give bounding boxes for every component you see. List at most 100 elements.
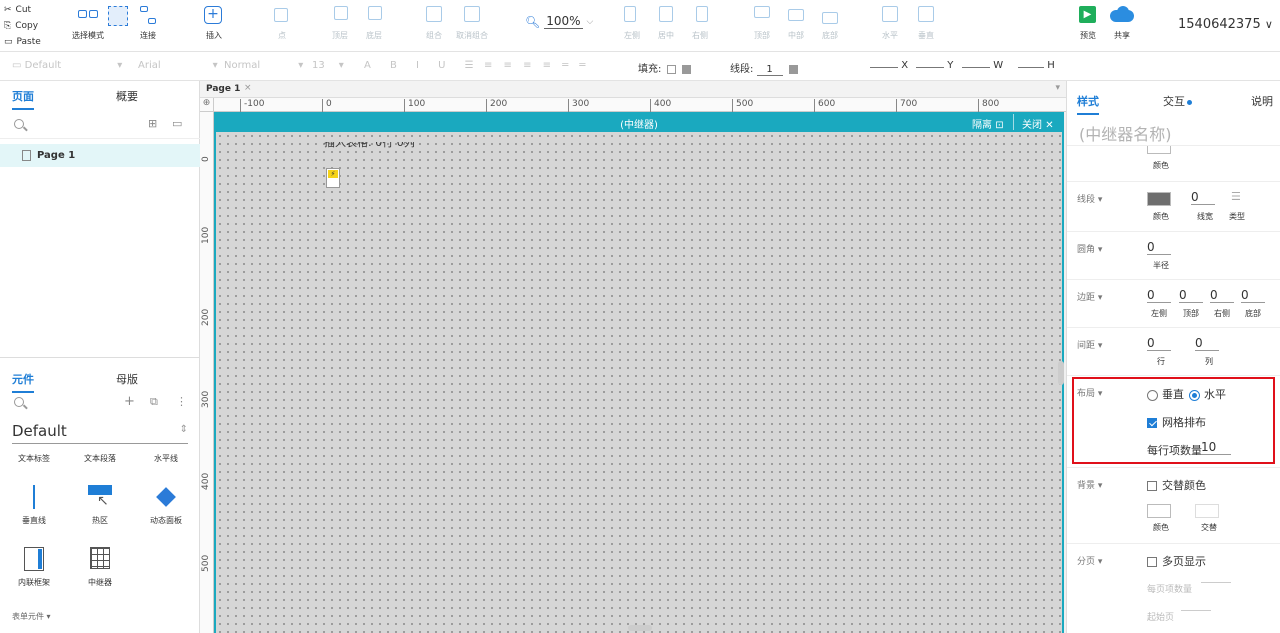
widget-dynamic-panel[interactable]: 动态面板: [136, 485, 196, 526]
tab-notes[interactable]: 说明: [1251, 93, 1273, 109]
tab-style[interactable]: 样式: [1077, 93, 1099, 115]
text-align-buttons[interactable]: ≡ ≡ ≡ ≡ ═ ═: [484, 60, 589, 71]
user-account-menu[interactable]: 1540642375 ∨: [1178, 17, 1273, 32]
start-page-input[interactable]: [1181, 610, 1211, 611]
close-repeater-button[interactable]: 关闭 ✕: [1022, 116, 1054, 131]
tab-outline[interactable]: 概要: [116, 88, 138, 104]
h-field[interactable]: H: [1018, 60, 1055, 71]
close-icon[interactable]: ×: [244, 83, 252, 93]
tab-pages[interactable]: 页面: [12, 88, 34, 110]
alternate-color-checkbox[interactable]: 交替颜色: [1147, 477, 1206, 493]
align-right-button[interactable]: 右侧: [690, 6, 710, 48]
line-color-swatch[interactable]: [1147, 192, 1171, 206]
fill-color-swatch[interactable]: [1147, 146, 1171, 154]
insert-button[interactable]: + 插入: [204, 6, 224, 48]
isolate-button[interactable]: 隔离 ⊡: [972, 116, 1004, 131]
canvas-hscrollbar[interactable]: [628, 625, 652, 631]
padding-right-input[interactable]: 0: [1210, 288, 1234, 303]
line-type-icon[interactable]: ☰: [1231, 190, 1241, 203]
tab-page1[interactable]: Page 1: [206, 84, 240, 94]
connect-button[interactable]: 连接: [138, 6, 158, 48]
row-spacing-input[interactable]: 0: [1147, 336, 1171, 351]
paste-button[interactable]: ▭ Paste: [4, 34, 56, 50]
align-left-button[interactable]: 左侧: [622, 6, 642, 48]
widget-text-label[interactable]: 文本标签: [4, 453, 64, 464]
padding-left-input[interactable]: 0: [1147, 288, 1171, 303]
widget-repeater[interactable]: 中继器: [70, 547, 130, 588]
spacing-section: 间距 ▾ 0 0 行 列: [1067, 327, 1280, 375]
line-control[interactable]: 线段: 1: [730, 60, 798, 76]
widgets-search[interactable]: + ⧉ ⋮: [0, 391, 200, 417]
pages-search[interactable]: ⊞ ▭: [0, 113, 200, 139]
canvas-scrollbar[interactable]: [1058, 361, 1064, 385]
tab-masters[interactable]: 母版: [116, 371, 138, 387]
add-page-icon[interactable]: ⊞: [148, 117, 157, 130]
line-section: 线段 ▾ 颜色 0 线宽 ☰ 类型: [1067, 181, 1280, 231]
zoom-select[interactable]: 🔍︎ 100% ⌵: [525, 14, 593, 29]
widget-vertical-line[interactable]: 垂直线: [4, 485, 64, 526]
column-spacing-input[interactable]: 0: [1195, 336, 1219, 351]
more-icon[interactable]: ⋮: [176, 395, 187, 408]
distribute-h-button[interactable]: 水平: [880, 6, 900, 48]
x-field[interactable]: X: [870, 60, 908, 71]
distribute-v-button[interactable]: 垂直: [916, 6, 936, 48]
widget-inline-frame[interactable]: 内联框架: [4, 547, 64, 588]
cut-button[interactable]: ✂ Cut: [4, 2, 56, 18]
ruler-tick-label: 700: [896, 99, 917, 112]
library-select[interactable]: Default ⇕: [12, 422, 188, 444]
font-select[interactable]: Arial ▾: [138, 60, 218, 71]
page-item-page1[interactable]: Page 1: [0, 144, 200, 167]
align-center-button[interactable]: 居中: [656, 6, 676, 48]
repeater-grid[interactable]: 插入表格: 0行 0列 ⚡: [216, 132, 1062, 633]
align-bottom-button[interactable]: 底部: [820, 6, 840, 48]
form-widgets-section[interactable]: 表单元件 ▾: [12, 611, 51, 622]
widget-text-paragraph[interactable]: 文本段落: [70, 453, 130, 464]
folder-icon[interactable]: ▭: [172, 117, 182, 130]
style-select[interactable]: ▭ Default ▾: [12, 60, 122, 71]
bring-top-button[interactable]: 顶层: [330, 6, 350, 48]
tab-widgets[interactable]: 元件: [12, 371, 34, 393]
widget-hotspot[interactable]: ↖ 热区: [70, 485, 130, 526]
library-icon[interactable]: ⧉: [150, 395, 158, 409]
point-button[interactable]: 点: [272, 6, 292, 48]
widget-horizontal-line[interactable]: 水平线: [136, 453, 196, 464]
search-icon: 🔍︎: [525, 14, 541, 29]
w-field[interactable]: W: [962, 60, 1003, 71]
inserted-table-text[interactable]: 插入表格: 0行 0列: [324, 142, 415, 150]
items-per-page-input[interactable]: [1201, 582, 1231, 583]
design-canvas[interactable]: Page 1 × ▾ ⊕ -100 0 100 200 300 400 500 600 700 8…: [200, 81, 1066, 633]
tab-interaction[interactable]: 交互: [1163, 93, 1192, 109]
group-button[interactable]: 组合: [424, 6, 444, 48]
bg-color-swatch[interactable]: [1147, 504, 1171, 518]
chevron-down-icon: ∨: [1264, 18, 1273, 31]
distribute-vertical-icon: [916, 6, 936, 26]
bg-alt-swatch[interactable]: [1195, 504, 1219, 518]
ruler-tick-label: 300: [201, 390, 211, 408]
ruler-tick-label: 500: [732, 99, 753, 112]
align-top-button[interactable]: 顶部: [752, 6, 772, 48]
text-format-buttons[interactable]: A B I U ☰: [364, 60, 482, 71]
padding-top-input[interactable]: 0: [1179, 288, 1203, 303]
chevron-down-icon[interactable]: ▾: [1055, 83, 1060, 93]
align-top-icon: [752, 6, 772, 26]
padding-bottom-input[interactable]: 0: [1241, 288, 1265, 303]
align-middle-button[interactable]: 中部: [786, 6, 806, 48]
ruler-tick-label: 300: [568, 99, 589, 112]
ungroup-button[interactable]: 取消组合: [456, 6, 488, 48]
repeater-item-widget[interactable]: ⚡: [326, 168, 340, 188]
y-field[interactable]: Y: [916, 60, 953, 71]
preview-button[interactable]: ▶ 预览: [1078, 6, 1098, 48]
font-size-select[interactable]: 13 ▾: [312, 60, 344, 71]
send-bottom-button[interactable]: 底层: [364, 6, 384, 48]
corner-radius-input[interactable]: 0: [1147, 240, 1171, 255]
repeater-name-input[interactable]: (中继器名称): [1079, 121, 1172, 145]
select-mode-button[interactable]: 选择模式: [72, 6, 128, 48]
multi-page-checkbox[interactable]: 多页显示: [1147, 553, 1206, 569]
search-icon: [14, 119, 24, 129]
add-library-icon[interactable]: +: [124, 394, 135, 409]
copy-button[interactable]: ⎘ Copy: [4, 18, 56, 34]
share-button[interactable]: 共享: [1110, 6, 1134, 48]
font-weight-select[interactable]: Normal ▾: [224, 60, 303, 71]
line-width-input[interactable]: 0: [1191, 190, 1215, 205]
fill-control[interactable]: 填充:: [638, 60, 692, 75]
